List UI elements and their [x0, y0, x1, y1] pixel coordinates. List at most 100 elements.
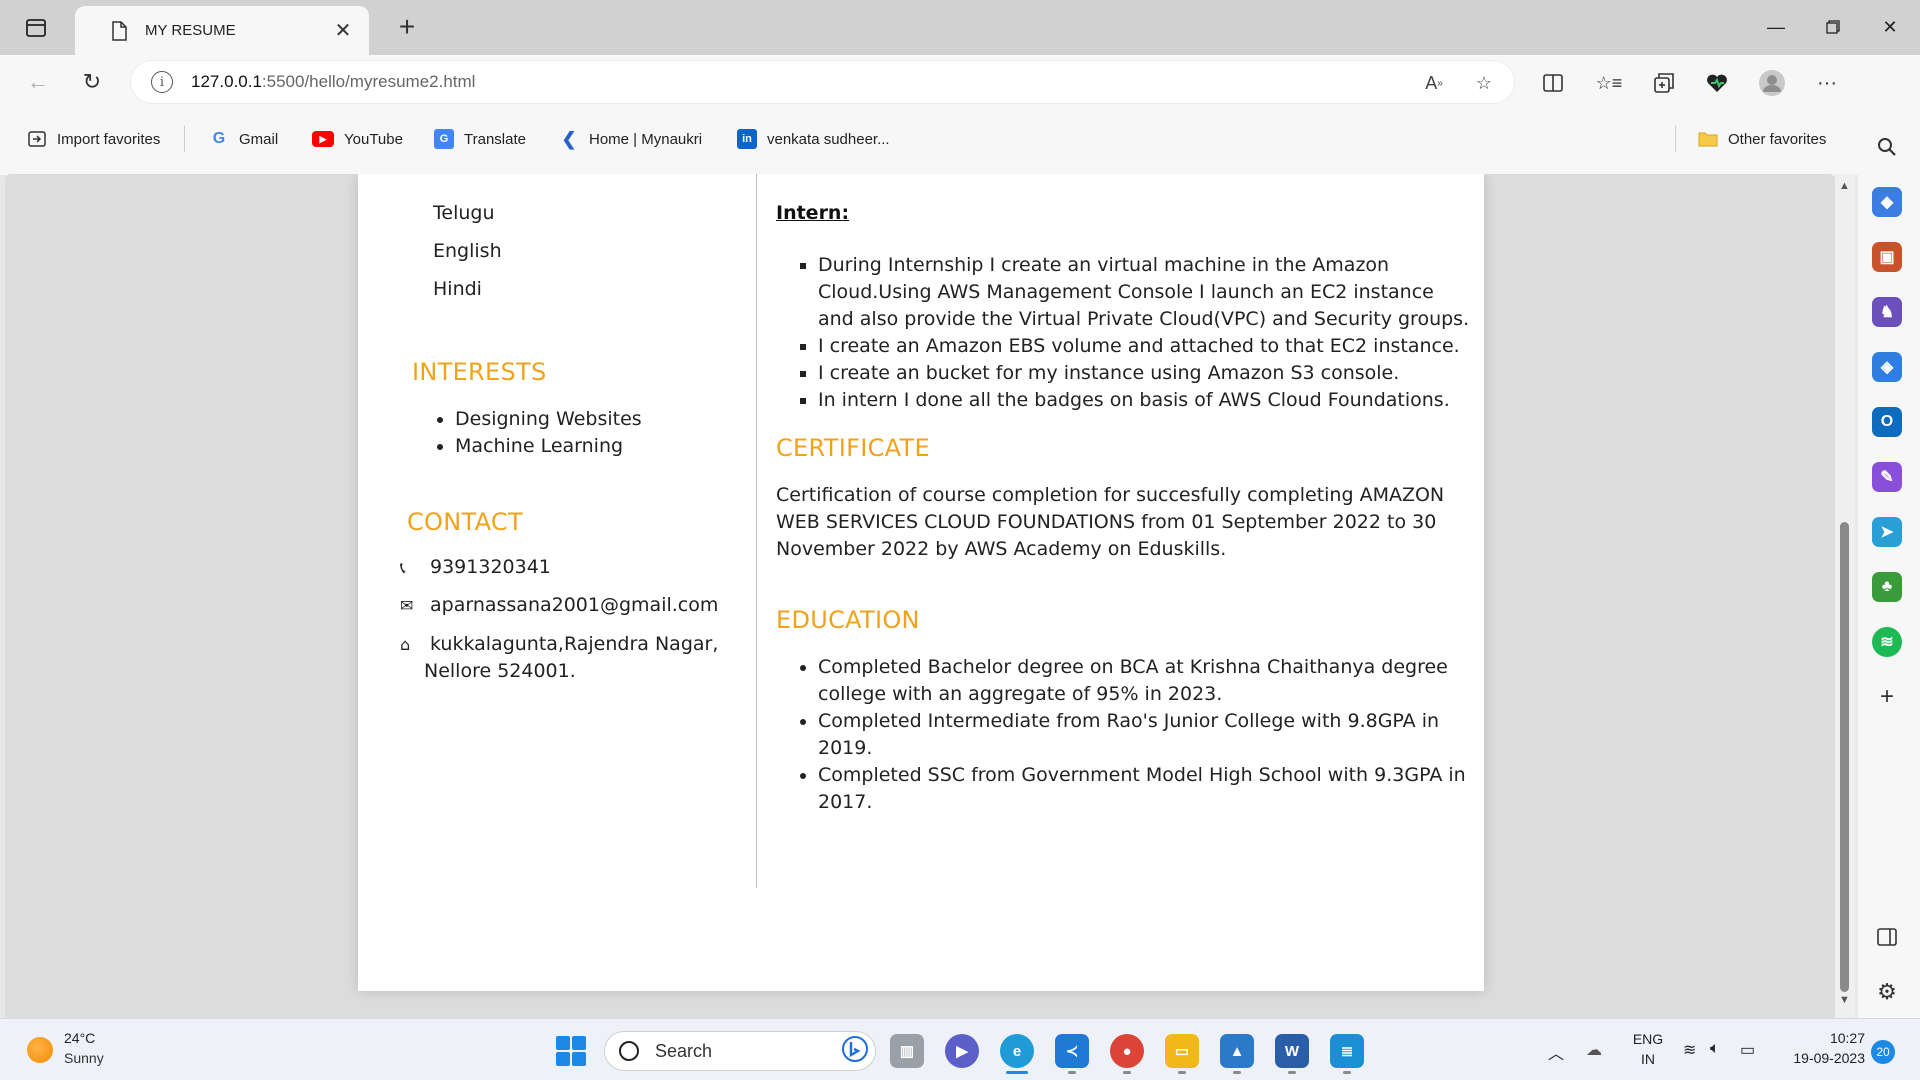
onedrive-cloud-icon[interactable]: ☁ — [1586, 1040, 1602, 1060]
list-item: Designing Websites — [455, 406, 642, 433]
favorite-mynaukri[interactable]: ❮ Home | Mynaukri — [559, 127, 702, 151]
vertical-scrollbar[interactable]: ▲ ▼ — [1835, 174, 1855, 1018]
clock-time[interactable]: 10:27 — [1770, 1030, 1865, 1046]
sun-icon[interactable] — [27, 1037, 53, 1063]
back-icon[interactable]: ← — [21, 65, 55, 99]
other-favorites[interactable]: Other favorites — [1698, 127, 1826, 151]
add-sidebar-app-icon[interactable]: + — [1872, 682, 1902, 712]
file-explorer-icon[interactable]: ▭ — [1165, 1034, 1199, 1068]
designer-icon[interactable]: ✎ — [1872, 462, 1902, 492]
contact-address: ⌂ kukkalagunta,Rajendra Nagar, — [400, 633, 718, 655]
vscode-icon[interactable]: ≺ — [1055, 1034, 1089, 1068]
active-tab[interactable]: MY RESUME ✕ — [75, 6, 369, 55]
favorite-star-icon[interactable]: ☆ — [1471, 70, 1497, 96]
phone-number: 9391320341 — [430, 556, 551, 578]
folder-icon — [1698, 129, 1718, 149]
certificate-text: Certification of course completion for s… — [776, 484, 1445, 560]
tree-icon[interactable]: ♣ — [1872, 572, 1902, 602]
tools-icon[interactable]: ▣ — [1872, 242, 1902, 272]
close-window-icon[interactable]: ✕ — [1875, 12, 1905, 42]
active-app-indicator — [1006, 1071, 1028, 1074]
linkedin-icon: in — [737, 129, 757, 149]
favorite-youtube[interactable]: ▶ YouTube — [312, 127, 403, 151]
wifi-icon[interactable]: ≋ — [1683, 1040, 1696, 1060]
volume-icon[interactable]: 🔈︎ — [1710, 1040, 1720, 1058]
column-divider — [756, 174, 757, 888]
favorites-icon[interactable]: ☆≡ — [1594, 68, 1624, 98]
other-favorites-label: Other favorites — [1728, 130, 1827, 148]
mynaukri-icon: ❮ — [561, 128, 577, 149]
notification-badge[interactable]: 20 — [1871, 1040, 1895, 1064]
app-indicator — [1288, 1071, 1296, 1074]
translate-icon: G — [434, 129, 454, 149]
profile-avatar[interactable] — [1757, 68, 1787, 98]
minimize-icon[interactable]: — — [1761, 12, 1791, 42]
input-language[interactable]: ENG — [1630, 1031, 1666, 1047]
edge-browser-icon[interactable]: e — [1000, 1034, 1034, 1068]
input-region[interactable]: IN — [1630, 1051, 1666, 1067]
scroll-up-icon[interactable]: ▲ — [1839, 180, 1850, 192]
close-tab-icon[interactable]: ✕ — [331, 19, 355, 43]
hide-sidebar-icon[interactable] — [1872, 922, 1902, 952]
more-options-icon[interactable]: ··· — [1812, 68, 1842, 98]
outlook-icon[interactable]: O — [1872, 407, 1902, 437]
scroll-down-icon[interactable]: ▼ — [1839, 994, 1850, 1006]
settings-gear-icon[interactable]: ⚙ — [1872, 977, 1902, 1007]
favorite-gmail[interactable]: G Gmail — [209, 127, 278, 151]
favorite-label: Home | Mynaukri — [589, 130, 703, 148]
read-aloud-icon[interactable]: A» — [1421, 70, 1447, 96]
email-address: aparnassana2001@gmail.com — [430, 594, 719, 616]
favorite-linkedin[interactable]: in venkata sudheer... — [737, 127, 890, 151]
teams-chat-icon[interactable]: ▶ — [945, 1034, 979, 1068]
url-path: :5500/hello/myresume2.html — [261, 72, 476, 91]
site-info-icon[interactable]: i — [151, 71, 173, 93]
taskbar-search[interactable]: Search — [604, 1031, 876, 1071]
search-icon[interactable] — [1872, 132, 1902, 162]
list-item: During Internship I create an virtual ma… — [818, 252, 1470, 333]
google-icon: G — [212, 130, 226, 147]
contact-heading: CONTACT — [407, 508, 523, 536]
favorite-import[interactable]: Import favorites — [27, 127, 160, 151]
scrollbar-thumb[interactable] — [1840, 522, 1849, 992]
page-icon — [111, 20, 127, 41]
chrome-icon[interactable]: ● — [1110, 1034, 1144, 1068]
intern-list: During Internship I create an virtual ma… — [798, 252, 1470, 414]
task-view-icon[interactable]: ▥ — [890, 1034, 924, 1068]
browser-essentials-icon[interactable] — [1702, 68, 1732, 98]
restore-icon[interactable] — [1818, 12, 1848, 42]
split-screen-icon[interactable] — [1538, 68, 1568, 98]
language-item: Telugu — [433, 202, 495, 224]
favorite-translate[interactable]: G Translate — [434, 127, 526, 151]
notepad-icon[interactable]: ≣ — [1330, 1034, 1364, 1068]
show-hidden-icons[interactable]: ︿ — [1548, 1040, 1564, 1064]
word-icon[interactable]: W — [1275, 1034, 1309, 1068]
microsoft-365-icon[interactable]: ◈ — [1872, 352, 1902, 382]
clock-date[interactable]: 19-09-2023 — [1770, 1050, 1865, 1066]
favorite-label: venkata sudheer... — [767, 130, 890, 148]
weather-condition[interactable]: Sunny — [64, 1050, 104, 1066]
app-indicator — [1343, 1071, 1351, 1074]
refresh-icon[interactable]: ↻ — [75, 65, 109, 99]
collections-icon[interactable] — [1649, 68, 1679, 98]
new-tab-button[interactable]: + — [392, 11, 422, 42]
windows-start-icon[interactable] — [556, 1036, 586, 1066]
spotify-icon[interactable]: ≋ — [1872, 627, 1902, 657]
photos-icon[interactable]: ▲ — [1220, 1034, 1254, 1068]
favorites-divider — [1675, 126, 1676, 152]
address-bar[interactable]: i 127.0.0.1:5500/hello/myresume2.html — [130, 60, 1515, 104]
battery-icon[interactable]: ▭ — [1740, 1040, 1755, 1060]
list-item: Completed SSC from Government Model High… — [818, 762, 1470, 816]
tab-actions-icon[interactable] — [22, 14, 50, 42]
bing-icon — [841, 1035, 869, 1068]
app-indicator — [1068, 1071, 1076, 1074]
drop-icon[interactable]: ➤ — [1872, 517, 1902, 547]
intern-heading: Intern: — [776, 202, 850, 224]
favorites-bar — [0, 105, 1920, 175]
weather-temperature[interactable]: 24°C — [64, 1030, 95, 1046]
language-item: English — [433, 240, 502, 262]
education-list: Completed Bachelor degree on BCA at Kris… — [798, 654, 1470, 816]
list-item: Completed Bachelor degree on BCA at Kris… — [818, 654, 1470, 708]
games-icon[interactable]: ♞ — [1872, 297, 1902, 327]
shopping-tag-icon[interactable]: ◆ — [1872, 187, 1902, 217]
search-icon — [619, 1041, 639, 1061]
